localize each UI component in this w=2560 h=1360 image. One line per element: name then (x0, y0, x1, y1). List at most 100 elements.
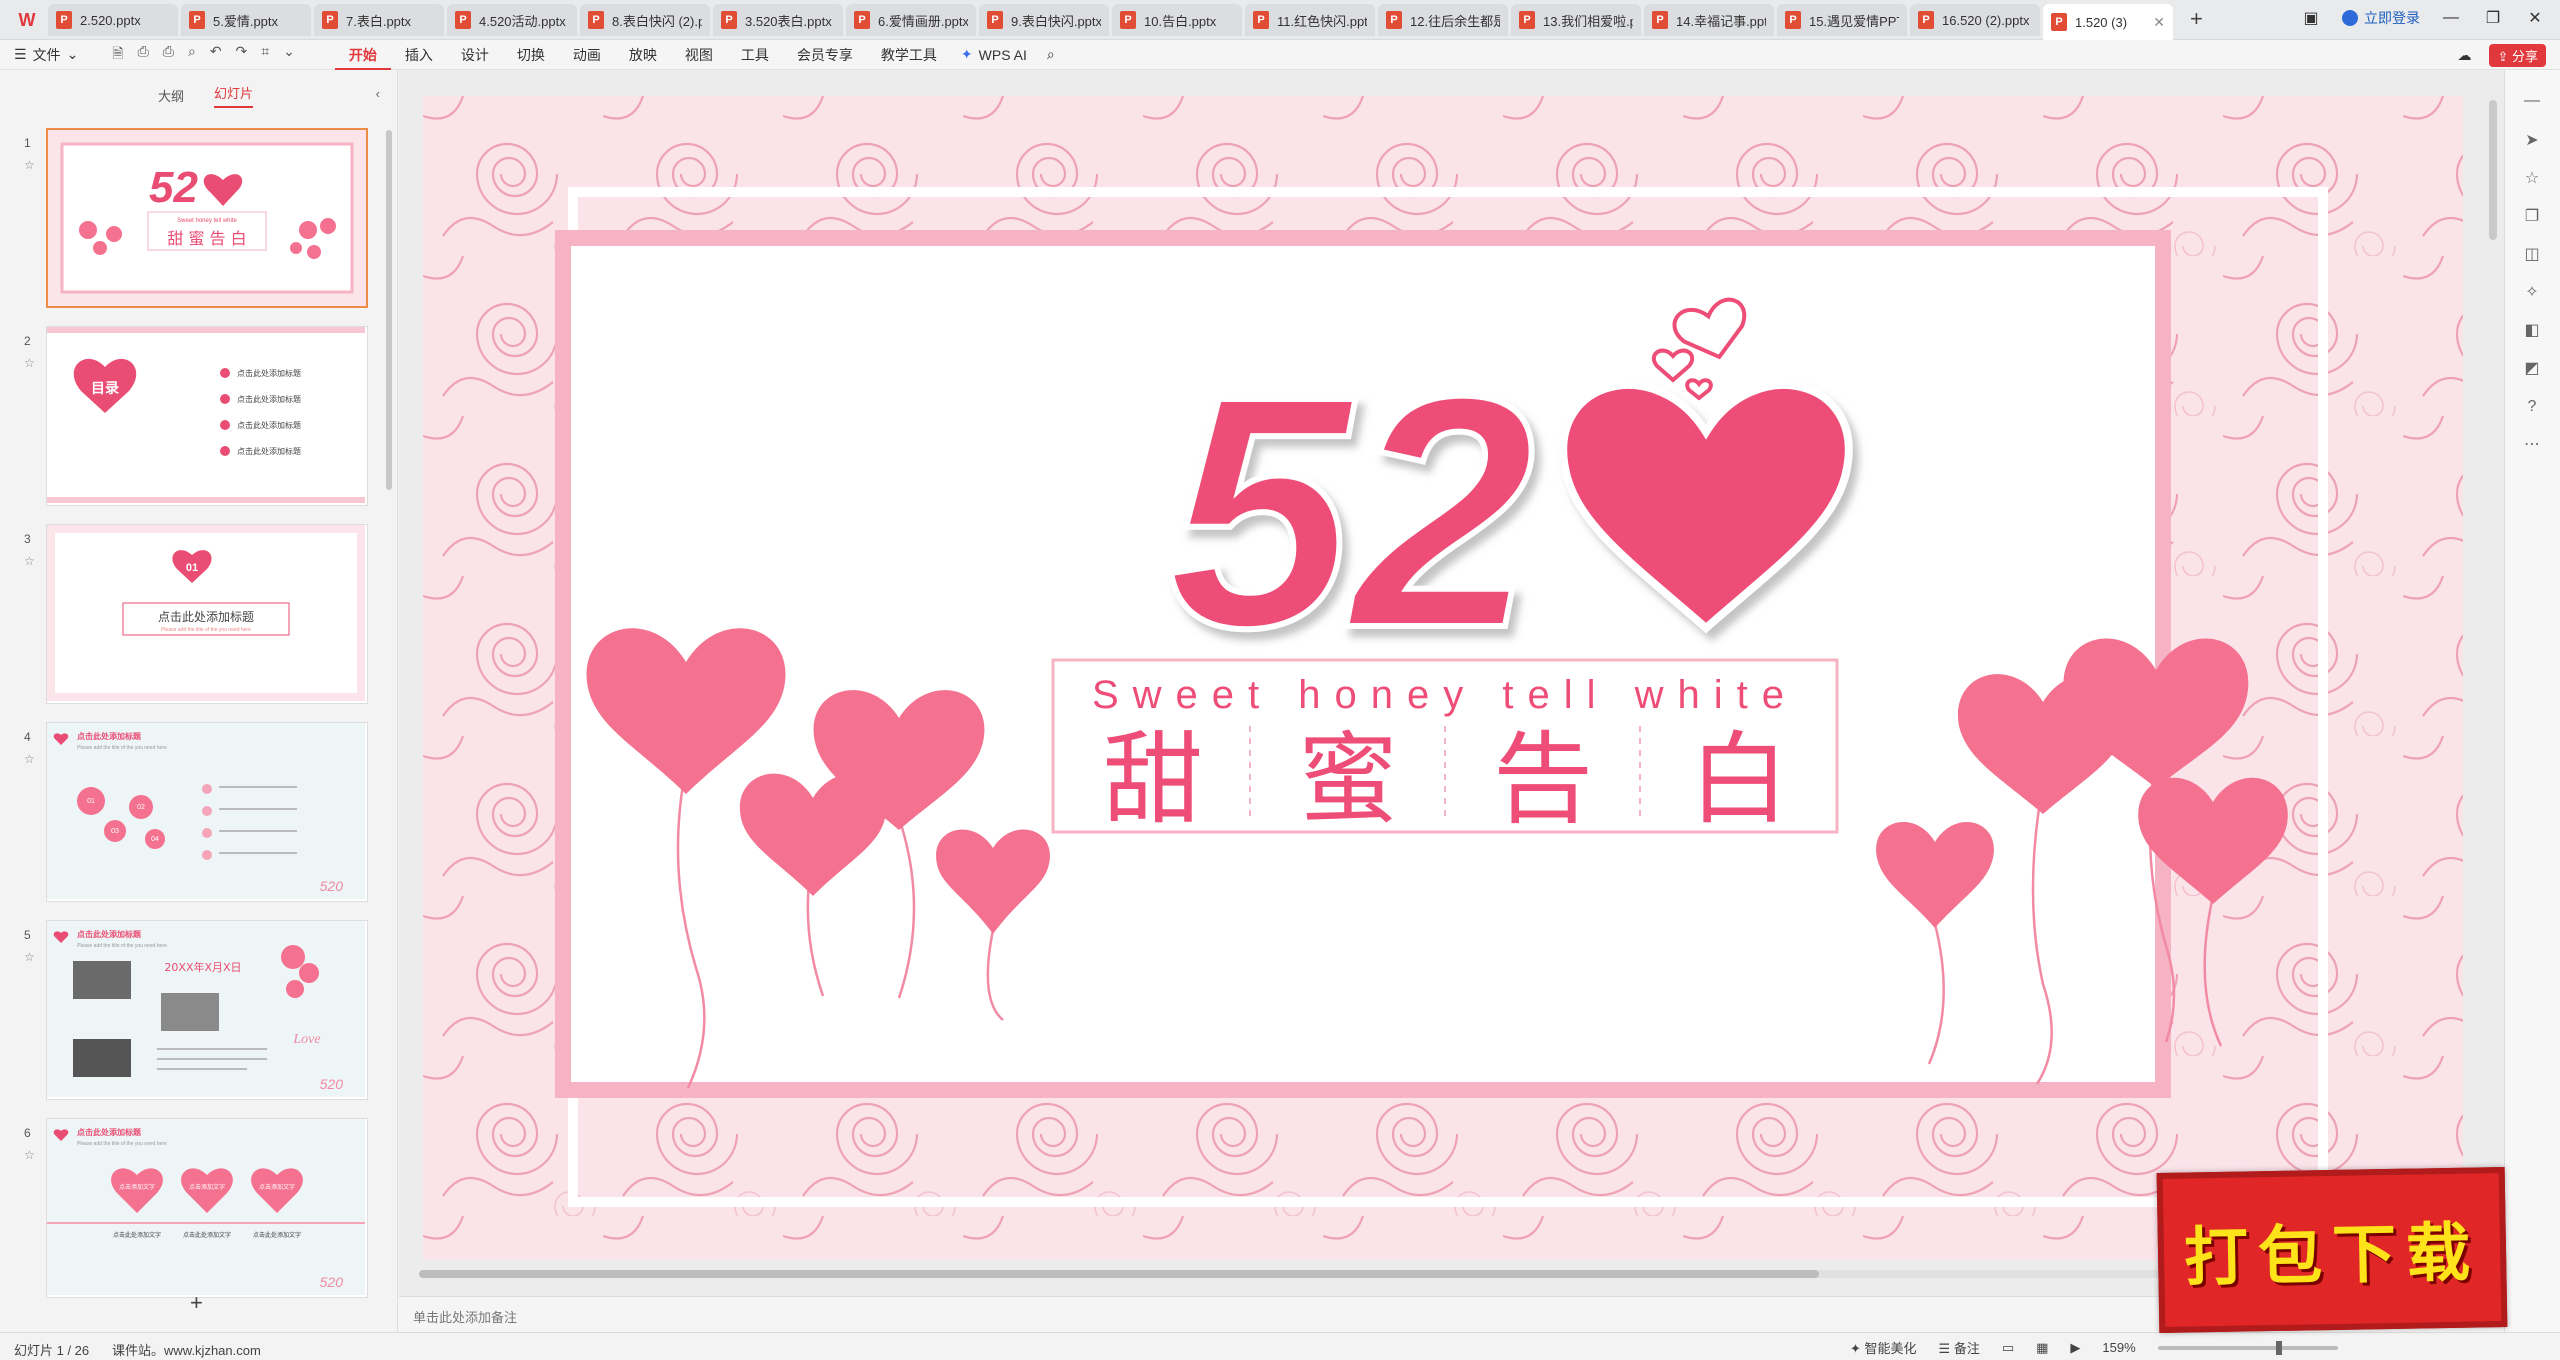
star-icon[interactable]: ☆ (24, 950, 35, 964)
ribbon-tab[interactable]: 视图 (671, 40, 727, 70)
thumbnail-row[interactable]: 1 ☆ 52 Sweet honey tell white 甜 蜜 告 白 (0, 128, 398, 312)
char-mi[interactable]: 蜜 (1298, 721, 1398, 838)
slide-subtitle[interactable]: Sweet honey tell white (1092, 673, 1798, 717)
thumbnail-row[interactable]: 2 ☆ 目录 点击此处添加标题 点击此处添加标题 点击此处添加标题 点击此处添加… (0, 326, 398, 510)
view-normal-icon[interactable]: ▭ (2002, 1340, 2014, 1356)
svg-text:点击此处添加标题: 点击此处添加标题 (77, 1127, 142, 1137)
restore-icon[interactable]: ❐ (2482, 8, 2504, 28)
slide-thumbnail-4[interactable]: 点击此处添加标题 Please add the title of the you… (46, 722, 368, 902)
thumbnail-row[interactable]: 5 ☆ 点击此处添加标题 Please add the title of the… (0, 920, 398, 1104)
document-tab[interactable]: P 15.遇见爱情PPT (1777, 4, 1907, 36)
thumbnail-row[interactable]: 6 ☆ 点击此处添加标题 Please add the title of the… (0, 1118, 398, 1302)
slide-thumbnail-6[interactable]: 点击此处添加标题 Please add the title of the you… (46, 1118, 368, 1298)
document-tab[interactable]: P 1.520 (3) ✕ (2043, 4, 2173, 40)
tab-slides[interactable]: 幻灯片 (214, 83, 254, 108)
collapse-sidebar-icon[interactable]: — (2521, 90, 2543, 112)
char-gao[interactable]: 告 (1493, 721, 1593, 838)
new-tab-plus-icon[interactable]: + (2190, 6, 2203, 32)
more-options-icon[interactable]: ⋯ (2521, 434, 2543, 456)
document-tab[interactable]: P 7.表白.pptx (314, 4, 444, 36)
search-icon[interactable]: ⌕ (1047, 46, 1055, 63)
save-icon[interactable]: 🗎 (112, 43, 123, 67)
collapse-panel-icon[interactable]: ‹ (376, 86, 380, 101)
slide-title-52[interactable]: 52 (1165, 324, 1538, 699)
notes-toggle-button[interactable]: ☰ 备注 (1939, 1338, 1980, 1357)
ribbon-tab[interactable]: 放映 (615, 40, 671, 70)
help-icon[interactable]: ? (2521, 396, 2543, 418)
slide-thumbnail-5[interactable]: 点击此处添加标题 Please add the title of the you… (46, 920, 368, 1100)
preview-icon[interactable]: ⌕ (188, 43, 196, 67)
redo-icon[interactable]: ↷ (236, 43, 248, 67)
char-bai[interactable]: 白 (1689, 721, 1789, 838)
thumbnail-row[interactable]: 3 ☆ 01 点击此处添加标题 Please add the title of … (0, 524, 398, 708)
format-painter-icon[interactable]: ⌗ (261, 43, 269, 67)
print-icon[interactable]: ⎙ (163, 43, 174, 67)
ribbon-tab[interactable]: 动画 (559, 40, 615, 70)
document-tab[interactable]: P 2.520.pptx (48, 4, 178, 36)
zoom-level[interactable]: 159% (2102, 1340, 2135, 1355)
animation-icon[interactable]: ◧ (2521, 320, 2543, 342)
thumbnail-row[interactable]: 4 ☆ 点击此处添加标题 Please add the title of the… (0, 722, 398, 906)
window-layout-icon[interactable]: ▣ (2300, 8, 2322, 28)
shape-icon[interactable]: ◫ (2521, 244, 2543, 266)
horizontal-scroll-thumb[interactable] (419, 1270, 1819, 1278)
document-tab[interactable]: P 6.爱情画册.pptx (846, 4, 976, 36)
zoom-slider[interactable] (2157, 1340, 2338, 1355)
zoom-slider-handle[interactable] (2275, 1340, 2282, 1355)
minimize-icon[interactable]: — (2440, 9, 2462, 27)
thumbnail-scrollbar[interactable] (386, 130, 392, 490)
ribbon-tab[interactable]: 切换 (503, 40, 559, 70)
ribbon-tab[interactable]: 插入 (391, 40, 447, 70)
document-tab[interactable]: P 13.我们相爱啦.pptx (1511, 4, 1641, 36)
pptx-file-icon: P (721, 11, 737, 29)
ribbon-tab[interactable]: 设计 (447, 40, 503, 70)
cloud-sync-icon[interactable]: ☁ (2457, 47, 2471, 64)
document-tab[interactable]: P 12.往后余生都是你.pptx (1378, 4, 1508, 36)
theme-icon[interactable]: ◩ (2521, 358, 2543, 380)
document-tab[interactable]: P 14.幸福记事.pptx (1644, 4, 1774, 36)
share-button[interactable]: ⇪ 分享 (2489, 44, 2546, 67)
ribbon-tab[interactable]: 教学工具 (867, 40, 951, 70)
slide-thumbnail-1[interactable]: 52 Sweet honey tell white 甜 蜜 告 白 (46, 128, 368, 308)
undo-icon[interactable]: ↶ (210, 43, 222, 67)
close-tab-icon[interactable]: ✕ (2153, 14, 2165, 31)
file-menu[interactable]: ☰ 文件 ⌄ (14, 45, 78, 65)
star-icon[interactable]: ☆ (24, 356, 35, 370)
pointer-icon[interactable]: ➤ (2521, 130, 2543, 152)
star-favorite-icon[interactable]: ☆ (2521, 168, 2543, 190)
copy-icon[interactable]: ❐ (2521, 206, 2543, 228)
smart-beautify-button[interactable]: ✦ 智能美化 (1850, 1338, 1917, 1357)
export-pdf-icon[interactable]: ⎙ (138, 43, 149, 67)
star-icon[interactable]: ☆ (24, 1148, 35, 1162)
wps-logo[interactable]: W (14, 8, 40, 32)
vertical-scrollbar[interactable] (2489, 100, 2497, 240)
magic-wand-icon[interactable]: ✧ (2521, 282, 2543, 304)
download-promo-stamp[interactable]: 打包下载 (2156, 1166, 2508, 1334)
tab-outline[interactable]: 大纲 (158, 86, 184, 105)
more-icon[interactable]: ⌄ (283, 43, 295, 67)
document-tab[interactable]: P 8.表白快闪 (2).pptx (580, 4, 710, 36)
document-tab[interactable]: P 16.520 (2).pptx (1910, 4, 2040, 36)
star-icon[interactable]: ☆ (24, 158, 35, 172)
ribbon-tab[interactable]: 开始 (334, 40, 391, 70)
document-tab[interactable]: P 5.爱情.pptx (181, 4, 311, 36)
slide-thumbnail-2[interactable]: 目录 点击此处添加标题 点击此处添加标题 点击此处添加标题 点击此处添加标题 (46, 326, 368, 506)
current-slide[interactable]: 52 Sweet honey tell white 甜 蜜 告 白 (423, 96, 2463, 1260)
close-window-icon[interactable]: ✕ (2524, 8, 2546, 28)
wps-ai-button[interactable]: ✦ WPS AI ⌕ (961, 46, 1055, 63)
view-grid-icon[interactable]: ▦ (2036, 1340, 2048, 1356)
document-tab[interactable]: P 9.表白快闪.pptx (979, 4, 1109, 36)
login-link[interactable]: 立即登录 (2342, 8, 2420, 28)
char-tian[interactable]: 甜 (1103, 721, 1203, 838)
ribbon-tab[interactable]: 工具 (727, 40, 783, 70)
document-tab[interactable]: P 11.红色快闪.pptx (1245, 4, 1375, 36)
document-tab[interactable]: P 4.520活动.pptx (447, 4, 577, 36)
document-tab[interactable]: P 3.520表白.pptx (713, 4, 843, 36)
star-icon[interactable]: ☆ (24, 554, 35, 568)
star-icon[interactable]: ☆ (24, 752, 35, 766)
ribbon-tab[interactable]: 会员专享 (783, 40, 867, 70)
add-slide-button[interactable]: + (190, 1290, 203, 1316)
play-icon[interactable]: ▶ (2070, 1340, 2080, 1356)
slide-thumbnail-3[interactable]: 01 点击此处添加标题 Please add the title of the … (46, 524, 368, 704)
document-tab[interactable]: P 10.告白.pptx (1112, 4, 1242, 36)
